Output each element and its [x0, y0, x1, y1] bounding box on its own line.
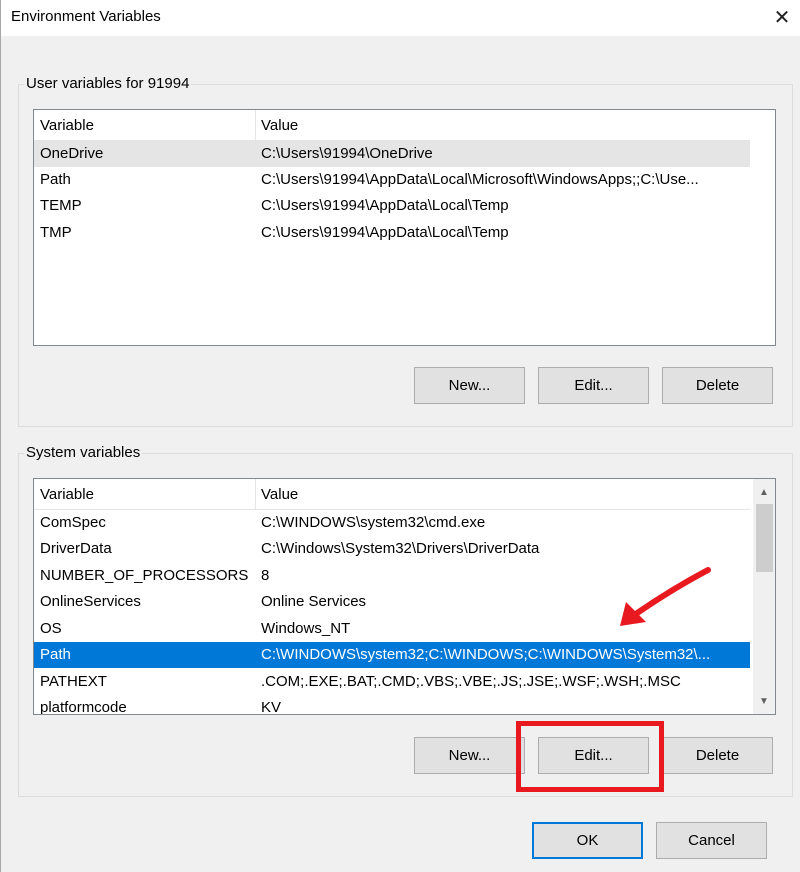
user-variables-list[interactable]: Variable Value OneDrive C:\Users\91994\O… [33, 109, 776, 346]
system-var-row-comspec[interactable]: ComSpec C:\WINDOWS\system32\cmd.exe [34, 510, 750, 536]
chevron-down-icon: ▼ [759, 695, 769, 707]
system-list-scrollbar[interactable]: ▲ ▼ [753, 479, 775, 714]
variable-value: 8 [261, 567, 270, 584]
variable-value: C:\Users\91994\AppData\Local\Temp [261, 224, 509, 241]
system-variables-label: System variables [24, 444, 143, 461]
column-header-variable[interactable]: Variable [40, 486, 94, 503]
system-var-row-platformcode[interactable]: platformcode KV [34, 695, 750, 715]
user-delete-button[interactable]: Delete [662, 367, 773, 404]
column-divider[interactable] [255, 479, 256, 509]
column-header-variable[interactable]: Variable [40, 117, 94, 134]
variable-name: platformcode [40, 699, 127, 715]
user-var-row-path[interactable]: Path C:\Users\91994\AppData\Local\Micros… [34, 167, 750, 193]
variable-value: Online Services [261, 593, 367, 610]
variable-name: TMP [40, 224, 72, 241]
chevron-up-icon: ▲ [759, 486, 769, 498]
list-header: Variable Value [34, 479, 750, 510]
variable-name: Path [40, 171, 71, 188]
variable-value: Windows_NT [261, 620, 351, 637]
variable-name: ComSpec [40, 514, 106, 531]
variable-name: DriverData [40, 540, 112, 557]
column-divider[interactable] [255, 110, 256, 140]
close-icon: ✕ [773, 6, 791, 29]
user-new-button[interactable]: New... [414, 367, 525, 404]
variable-value: KV [261, 699, 282, 715]
variable-name: NUMBER_OF_PROCESSORS [40, 567, 249, 584]
variable-value: C:\Users\91994\AppData\Local\Microsoft\W… [261, 171, 699, 188]
cancel-button[interactable]: Cancel [656, 822, 767, 859]
system-var-row-driverdata[interactable]: DriverData C:\Windows\System32\Drivers\D… [34, 536, 750, 562]
user-var-row-tmp[interactable]: TMP C:\Users\91994\AppData\Local\Temp [34, 220, 750, 246]
scroll-up-button[interactable]: ▲ [753, 482, 775, 502]
column-header-value[interactable]: Value [261, 117, 298, 134]
system-var-row-onlineservices[interactable]: OnlineServices Online Services [34, 589, 750, 615]
variable-name: TEMP [40, 197, 82, 214]
window-title: Environment Variables [11, 8, 161, 25]
user-edit-button[interactable]: Edit... [538, 367, 649, 404]
variable-name: Path [40, 646, 71, 663]
system-variables-list[interactable]: Variable Value ComSpec C:\WINDOWS\system… [33, 478, 776, 715]
scroll-down-button[interactable]: ▼ [753, 691, 775, 711]
system-var-row-os[interactable]: OS Windows_NT [34, 616, 750, 642]
close-button[interactable]: ✕ [764, 0, 800, 34]
column-header-value[interactable]: Value [261, 486, 298, 503]
user-var-row-onedrive[interactable]: OneDrive C:\Users\91994\OneDrive [34, 141, 750, 167]
variable-value: C:\Users\91994\AppData\Local\Temp [261, 197, 509, 214]
variable-value: C:\WINDOWS\system32\cmd.exe [261, 514, 486, 531]
list-header: Variable Value [34, 110, 750, 141]
title-bar: Environment Variables ✕ [0, 0, 800, 36]
variable-name: OneDrive [40, 145, 104, 162]
system-var-row-path[interactable]: Path C:\WINDOWS\system32;C:\WINDOWS;C:\W… [34, 642, 750, 668]
variable-name: OS [40, 620, 62, 637]
variable-name: PATHEXT [40, 673, 107, 690]
variable-value: .COM;.EXE;.BAT;.CMD;.VBS;.VBE;.JS;.JSE;.… [261, 673, 681, 690]
scroll-thumb[interactable] [756, 504, 773, 572]
user-var-row-temp[interactable]: TEMP C:\Users\91994\AppData\Local\Temp [34, 193, 750, 219]
variable-value: C:\WINDOWS\system32;C:\WINDOWS;C:\WINDOW… [261, 646, 711, 663]
variable-value: C:\Users\91994\OneDrive [261, 145, 433, 162]
system-delete-button[interactable]: Delete [662, 737, 773, 774]
window-border-left [0, 0, 1, 872]
system-new-button[interactable]: New... [414, 737, 525, 774]
system-edit-button[interactable]: Edit... [538, 737, 649, 774]
variable-name: OnlineServices [40, 593, 141, 610]
ok-button[interactable]: OK [532, 822, 643, 859]
system-var-row-number-of-processors[interactable]: NUMBER_OF_PROCESSORS 8 [34, 563, 750, 589]
system-var-row-pathext[interactable]: PATHEXT .COM;.EXE;.BAT;.CMD;.VBS;.VBE;.J… [34, 669, 750, 695]
user-variables-label: User variables for 91994 [24, 75, 192, 92]
variable-value: C:\Windows\System32\Drivers\DriverData [261, 540, 540, 557]
